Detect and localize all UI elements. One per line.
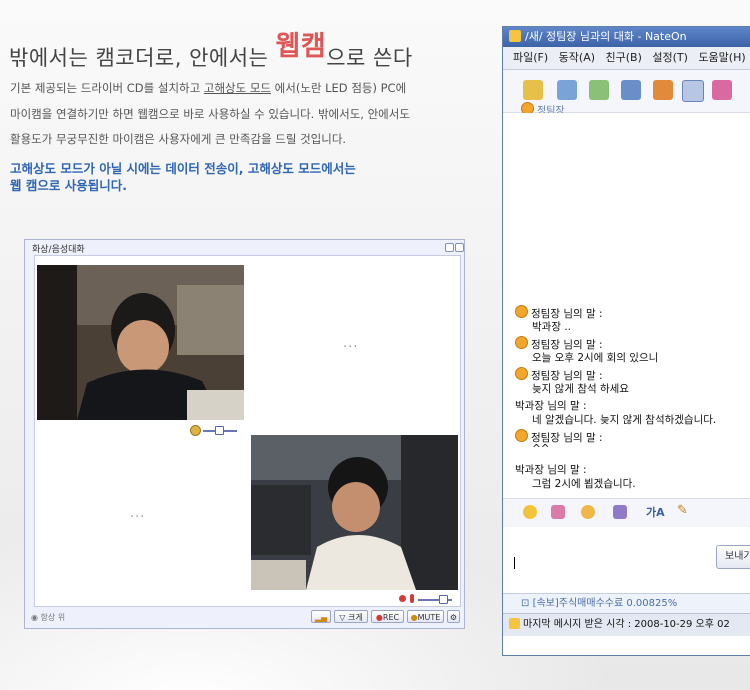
send-button[interactable]: 보내기 (716, 545, 750, 569)
description-line3: 활용도가 무궁무진한 마이캠은 사용자에게 큰 만족감을 드릴 것입니다. (10, 132, 347, 146)
rec-button[interactable]: ●REC (371, 610, 404, 623)
minimize-button[interactable] (445, 243, 454, 252)
video-call-icon[interactable] (682, 80, 704, 102)
news-icon: ⊡ (521, 598, 530, 609)
nateon-chat-window: /새/ 정팀장 님과의 대화 - NateOn 파일(F) 동작(A) 친구(B… (502, 26, 750, 656)
chat-message: 그럼 2시에 뵙겠습니다. (532, 478, 636, 490)
headline-part1: 밖에서는 캠코더로, 안에서는 (9, 46, 276, 70)
more-tools-icon[interactable] (712, 80, 732, 100)
settings-button[interactable]: ⚙ (447, 610, 460, 623)
desc-text: 에서(노란 LED 점등) PC에 (271, 81, 407, 95)
enlarge-button[interactable]: ▽ 크게 (334, 610, 368, 623)
chat-speaker: 박과장 님의 말 : (515, 464, 587, 476)
description-line2: 마이캠을 연결하기만 하면 웹캠으로 바로 사용하실 수 있습니다. 밖에서도,… (10, 107, 410, 121)
buddy-icon (515, 429, 528, 442)
brush-icon[interactable]: ✎ (677, 503, 688, 518)
menu-bar: 파일(F) 동작(A) 친구(B) 설정(T) 도움말(H) (503, 47, 750, 70)
desc-text: 기본 제공되는 드라이버 CD를 설치하고 (10, 81, 204, 95)
desc-underline: 고해상도 모드 (203, 81, 272, 95)
status-bar: 마지막 메시지 받은 시각 : 2008-10-29 오후 02 (503, 613, 750, 636)
microphone-icon[interactable] (410, 594, 414, 603)
always-on-top-toggle[interactable]: ◉ 항상 위 (31, 612, 65, 623)
slider-handle[interactable] (439, 595, 448, 604)
record-indicator-icon (399, 595, 406, 602)
rec-icon: ● (375, 613, 383, 622)
nateon-status-icon (509, 618, 520, 629)
notice-line1: 고해상도 모드가 아닐 시에는 데이터 전송이, 고해상도 모드에서는 (10, 161, 356, 176)
title-bar: /새/ 정팀장 님과의 대화 - NateOn (503, 27, 750, 47)
video-window-title: 화상/음성대화 (32, 245, 85, 255)
chat-message: 네 알겠습니다. 늦지 않게 참석하겠습니다. (532, 414, 717, 426)
chat-message: 오늘 오후 2시에 회의 있으니 (532, 352, 659, 364)
invite-icon[interactable] (523, 80, 543, 100)
news-ticker[interactable]: ⊡ [속보]주식매매수수료 0.00825% (503, 593, 750, 614)
chat-message: 늦지 않게 참석 하세요 (532, 383, 629, 395)
empty-slot-placeholder: ... (343, 336, 359, 351)
text-cursor (514, 557, 515, 569)
menu-file[interactable]: 파일(F) (513, 51, 548, 64)
buddy-icon (515, 336, 528, 349)
buddy-icon (515, 367, 528, 380)
video-chat-window: 화상/음성대화 ... ... ◉ 항상 위 ▂▄ ▽ 크게 ●REC ●MUT… (24, 239, 465, 629)
message-input[interactable] (503, 527, 750, 597)
signal-strength-button[interactable]: ▂▄ (311, 610, 331, 623)
rec-label: REC (382, 613, 400, 622)
menu-friend[interactable]: 친구(B) (606, 51, 642, 64)
games-icon[interactable] (621, 80, 641, 100)
headline-highlight: 웹캠 (275, 31, 327, 62)
mute-icon: ● (410, 613, 418, 622)
window-title: /새/ 정팀장 님과의 대화 - NateOn (525, 30, 687, 43)
gift-icon[interactable] (551, 505, 565, 519)
emoticon-toolbar: 가A ✎ (503, 498, 750, 528)
headline: 밖에서는 캠코더로, 안에서는 웹캠으로 쓴다 (9, 31, 413, 73)
signal-icon: ▂▄ (314, 613, 328, 622)
empty-slot-placeholder: ... (130, 506, 146, 521)
mute-button[interactable]: ●MUTE (407, 610, 444, 623)
buddy-icon (515, 305, 528, 318)
flash-icon[interactable] (613, 505, 627, 519)
menu-help[interactable]: 도움말(H) (698, 51, 745, 64)
chat-speaker: 박과장 님의 말 : (515, 400, 587, 412)
photo-icon[interactable] (589, 80, 609, 100)
emoticon-icon[interactable] (523, 505, 537, 519)
chat-message: 박과장 .. (532, 321, 571, 333)
toolbar: 정팀장 (503, 70, 750, 117)
close-button[interactable] (455, 243, 464, 252)
brightness-icon[interactable] (190, 425, 201, 436)
notice-line2: 웹 캠으로 사용됩니다. (10, 178, 127, 193)
mute-label: MUTE (417, 613, 441, 622)
chat-speaker: 정팀장 님의 말 : (515, 429, 603, 445)
send-label: 보내기 (725, 551, 750, 562)
menu-settings[interactable]: 설정(T) (652, 51, 688, 64)
menu-action[interactable]: 동작(A) (559, 51, 595, 64)
local-video (251, 435, 458, 590)
last-message-time: 마지막 메시지 받은 시각 : 2008-10-29 오후 02 (523, 619, 730, 630)
video-area: ... ... (34, 255, 461, 607)
news-text: [속보]주식매매수수료 0.00825% (532, 598, 678, 609)
voice-call-icon[interactable] (653, 80, 673, 100)
always-on-top-label: 항상 위 (40, 613, 66, 622)
send-file-icon[interactable] (557, 80, 577, 100)
nateon-logo-icon (509, 30, 521, 42)
chat-message: ^^ (532, 443, 550, 455)
enlarge-label: 크게 (347, 613, 363, 622)
font-icon[interactable]: 가A (646, 504, 665, 520)
remote-video (37, 265, 244, 420)
slider-handle[interactable] (215, 426, 224, 435)
headline-part2: 으로 쓴다 (326, 46, 413, 70)
chat-log: 정팀장 님의 말 : 박과장 .. 정팀장 님의 말 : 오늘 오후 2시에 회… (503, 113, 750, 498)
character-icon[interactable] (581, 505, 595, 519)
description-line1: 기본 제공되는 드라이버 CD를 설치하고 고해상도 모드 에서(노란 LED … (10, 80, 406, 96)
